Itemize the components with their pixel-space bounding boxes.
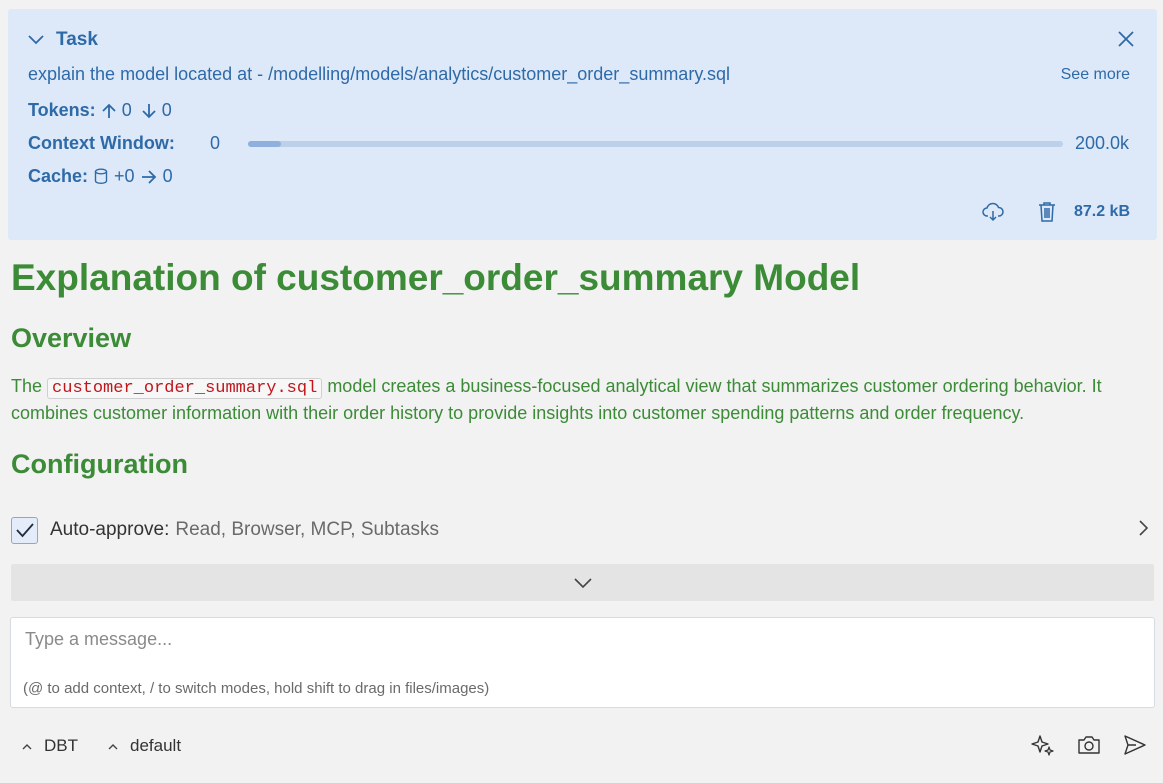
context-progress-bar: [248, 140, 1063, 147]
task-header-toggle[interactable]: Task: [28, 29, 98, 51]
config-selector[interactable]: default: [108, 736, 181, 756]
response-content: Explanation of customer_order_summary Mo…: [11, 252, 1151, 497]
see-more-link[interactable]: See more: [1061, 66, 1130, 84]
message-input[interactable]: [23, 628, 1123, 651]
auto-approve-checkbox[interactable]: [11, 516, 38, 544]
delete-task-button[interactable]: [1038, 201, 1056, 222]
cache-row: Cache: +0 0: [28, 166, 173, 187]
mode-selector[interactable]: DBT: [22, 736, 78, 756]
task-footer: 87.2 kB: [982, 201, 1130, 222]
auto-approve-values: Read, Browser, MCP, Subtasks: [175, 519, 440, 540]
send-icon: [1124, 735, 1146, 755]
arrow-right-icon: [141, 169, 156, 184]
auto-approve-expand[interactable]: [1138, 520, 1149, 542]
trash-icon: [1038, 202, 1055, 222]
bottom-icons: [1031, 733, 1147, 757]
task-panel: Task explain the model located at - /mod…: [8, 9, 1157, 240]
file-code-span: customer_order_summary.sql: [47, 378, 323, 399]
mode-label: DBT: [44, 736, 78, 755]
close-icon: [1118, 31, 1134, 47]
auto-approve-row[interactable]: Auto-approve: Read, Browser, MCP, Subtas…: [11, 516, 1151, 544]
para-prefix: The: [11, 376, 43, 396]
context-used-value: 0: [210, 133, 221, 153]
bottom-toolbar: DBT default: [22, 733, 1147, 759]
send-button[interactable]: [1123, 734, 1147, 756]
chevron-down-icon: [28, 35, 44, 45]
context-max-value: 200.0k: [1074, 133, 1129, 153]
input-hint: (@ to add context, / to switch modes, ho…: [23, 680, 490, 697]
chevron-down-icon: [573, 577, 592, 588]
task-size: 87.2 kB: [1073, 202, 1130, 220]
context-progress-fill: [248, 140, 281, 147]
chevron-right-icon: [1139, 520, 1149, 536]
enhance-prompt-button[interactable]: [1031, 733, 1055, 757]
overview-heading: Overview: [11, 323, 132, 353]
database-icon: [94, 168, 108, 184]
tokens-up-value: 0: [121, 100, 132, 120]
task-title: Task: [56, 29, 98, 50]
export-button[interactable]: [982, 202, 1004, 222]
auto-approve-label: Auto-approve:: [50, 519, 170, 540]
config-label: default: [130, 736, 182, 755]
cache-value: 0: [162, 166, 173, 186]
message-input-box[interactable]: (@ to add context, / to switch modes, ho…: [10, 617, 1155, 708]
cache-add-value: +0: [114, 166, 135, 186]
task-description: explain the model located at - /modellin…: [28, 64, 730, 84]
response-heading: Explanation of customer_order_summary Mo…: [11, 257, 861, 298]
add-image-button[interactable]: [1077, 735, 1101, 755]
arrow-up-icon: [102, 103, 116, 118]
overview-paragraph: The customer_order_summary.sql model cre…: [11, 374, 1151, 426]
cache-label: Cache:: [28, 166, 89, 186]
chevron-up-icon: [108, 743, 118, 749]
chevron-up-icon: [22, 743, 32, 749]
context-window-label: Context Window:: [28, 133, 175, 153]
camera-icon: [1078, 736, 1100, 754]
expand-panel-bar[interactable]: [11, 564, 1154, 601]
sparkle-icon: [1031, 735, 1054, 756]
close-task-button[interactable]: [1117, 30, 1135, 48]
context-window-row: Context Window: 0 200.0k: [28, 133, 1129, 154]
tokens-row: Tokens: 0 0: [28, 100, 172, 121]
arrow-down-icon: [142, 103, 156, 118]
configuration-heading: Configuration: [11, 449, 188, 479]
tokens-label: Tokens:: [28, 100, 96, 120]
cloud-download-icon: [982, 202, 1004, 221]
tokens-down-value: 0: [161, 100, 172, 120]
checkmark-icon: [15, 523, 34, 538]
